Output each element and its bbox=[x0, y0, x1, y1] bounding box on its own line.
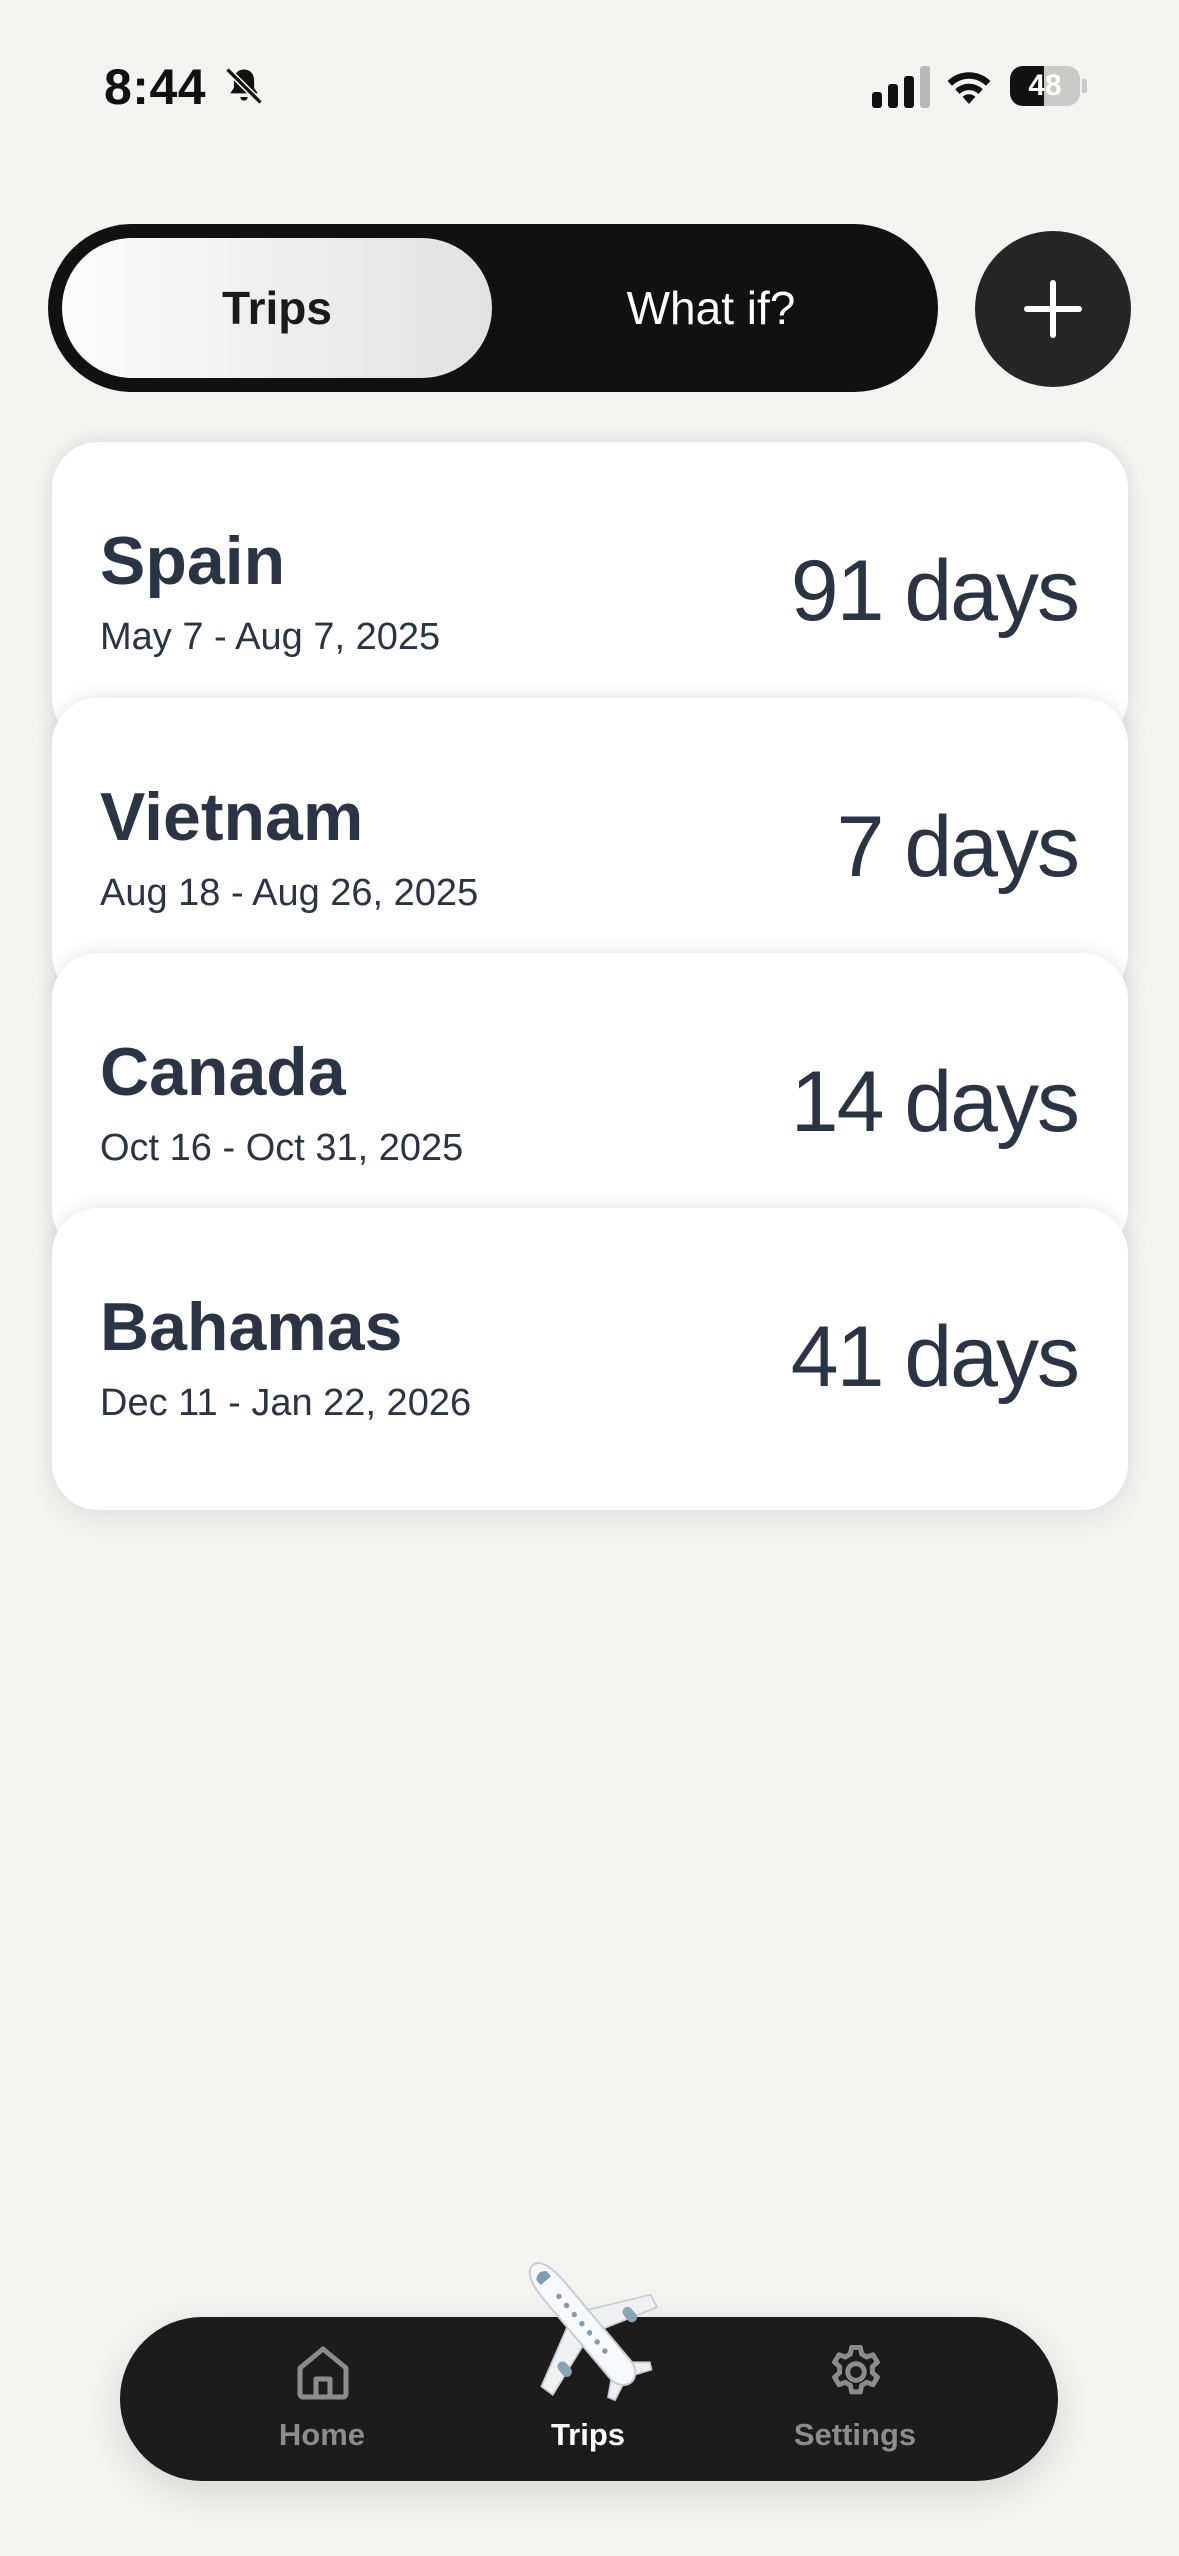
airplane-icon bbox=[528, 2262, 659, 2402]
house-icon bbox=[297, 2346, 349, 2400]
segment-what-if[interactable]: What if? bbox=[498, 238, 924, 378]
trip-name: Canada bbox=[100, 1034, 346, 1110]
battery-icon: 48 bbox=[1010, 66, 1088, 106]
trip-card-bahamas[interactable]: Bahamas Dec 11 - Jan 22, 2026 41 days bbox=[52, 1208, 1128, 1510]
bell-slash-icon bbox=[225, 67, 263, 105]
wifi-icon bbox=[947, 72, 991, 104]
tab-trips-label: Trips bbox=[550, 2417, 626, 2452]
battery-level: 48 bbox=[1028, 69, 1062, 102]
status-bar: 8:44 48 bbox=[0, 0, 1179, 180]
trips-whatif-segmented-control: Trips What if? bbox=[48, 224, 938, 392]
trip-dates: Dec 11 - Jan 22, 2026 bbox=[100, 1382, 472, 1424]
trip-name: Spain bbox=[100, 523, 286, 599]
gear-icon bbox=[832, 2345, 880, 2395]
plus-icon bbox=[1024, 280, 1082, 338]
tab-home-label: Home bbox=[278, 2417, 366, 2452]
add-trip-button[interactable] bbox=[975, 231, 1131, 387]
trip-dates: Aug 18 - Aug 26, 2025 bbox=[100, 872, 479, 914]
trip-dates: Oct 16 - Oct 31, 2025 bbox=[100, 1127, 464, 1169]
trip-name: Bahamas bbox=[100, 1289, 403, 1365]
tab-settings-label: Settings bbox=[793, 2417, 917, 2452]
trip-duration: 7 days bbox=[836, 799, 1080, 895]
trip-dates: May 7 - Aug 7, 2025 bbox=[100, 616, 441, 658]
trip-name: Vietnam bbox=[100, 779, 364, 855]
trip-duration: 14 days bbox=[790, 1054, 1080, 1150]
trip-duration: 41 days bbox=[790, 1309, 1080, 1405]
tab-home[interactable]: Home bbox=[212, 2317, 432, 2481]
segment-trips[interactable]: Trips bbox=[62, 238, 492, 378]
tab-settings[interactable]: Settings bbox=[745, 2317, 965, 2481]
status-time: 8:44 bbox=[104, 59, 207, 115]
signal-icon bbox=[872, 66, 930, 108]
trip-duration: 91 days bbox=[790, 543, 1080, 639]
